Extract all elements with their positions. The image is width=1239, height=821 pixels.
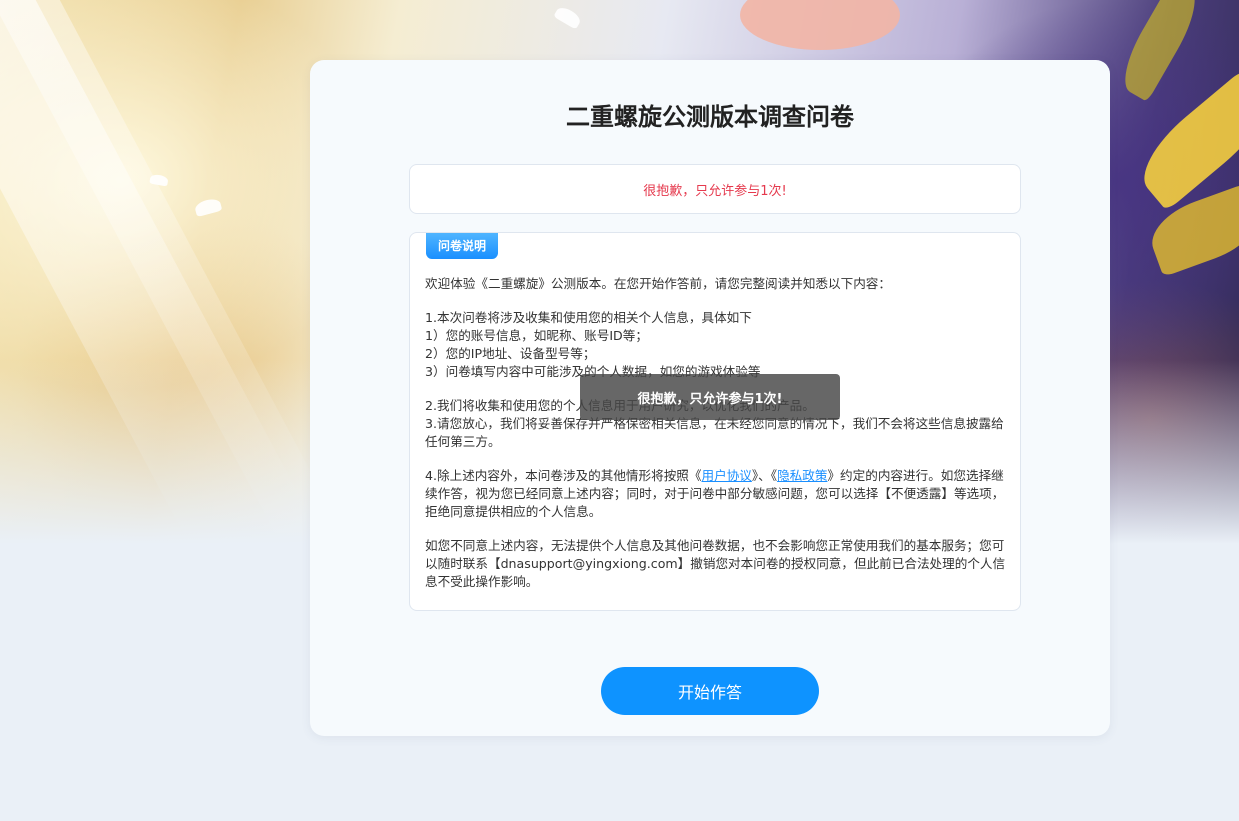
participation-error-message: 很抱歉，只允许参与1次! [409,164,1021,214]
toast-notification: 很抱歉，只允许参与1次! [580,374,840,420]
section-1-heading: 1.本次问卷将涉及收集和使用您的相关个人信息，具体如下 [425,310,752,325]
section-1-item: 1）您的账号信息，如昵称、账号ID等； [425,328,648,343]
notice-body: 欢迎体验《二重螺旋》公测版本。在您开始作答前，请您完整阅读并知悉以下内容： 1.… [425,275,1009,607]
user-agreement-link[interactable]: 用户协议 [702,468,752,483]
section-3-line: 3.请您放心，我们将妥善保存并严格保密相关信息，在未经您同意的情况下，我们不会将… [425,416,1004,449]
wing-decoration [1112,0,1208,102]
pig-character-decoration [740,0,900,50]
section-1-item: 2）您的IP地址、设备型号等； [425,346,596,361]
error-text: 很抱歉，只允许参与1次! [643,183,787,199]
toast-message: 很抱歉，只允许参与1次! [637,391,783,407]
start-survey-button[interactable]: 开始作答 [601,667,819,715]
notice-section-1: 1.本次问卷将涉及收集和使用您的相关个人信息，具体如下 1）您的账号信息，如昵称… [425,309,1009,381]
privacy-policy-link[interactable]: 隐私政策 [777,468,827,483]
notice-closing: 如您不同意上述内容，无法提供个人信息及其他问卷数据，也不会影响您正常使用我们的基… [425,538,1006,589]
notice-tag: 问卷说明 [426,233,499,259]
section-4-middle: 》、《 [751,468,778,483]
notice-intro: 欢迎体验《二重螺旋》公测版本。在您开始作答前，请您完整阅读并知悉以下内容： [425,276,891,291]
section-4-prefix: 4.除上述内容外，本问卷涉及的其他情形将按照《 [425,468,702,483]
dove-decoration [193,196,223,218]
notice-section-4: 4.除上述内容外，本问卷涉及的其他情形将按照《用户协议》、《隐私政策》约定的内容… [425,467,1009,521]
survey-title: 二重螺旋公测版本调查问卷 [566,103,854,131]
dove-decoration [553,4,583,30]
survey-notice-panel: 问卷说明 欢迎体验《二重螺旋》公测版本。在您开始作答前，请您完整阅读并知悉以下内… [409,232,1021,611]
